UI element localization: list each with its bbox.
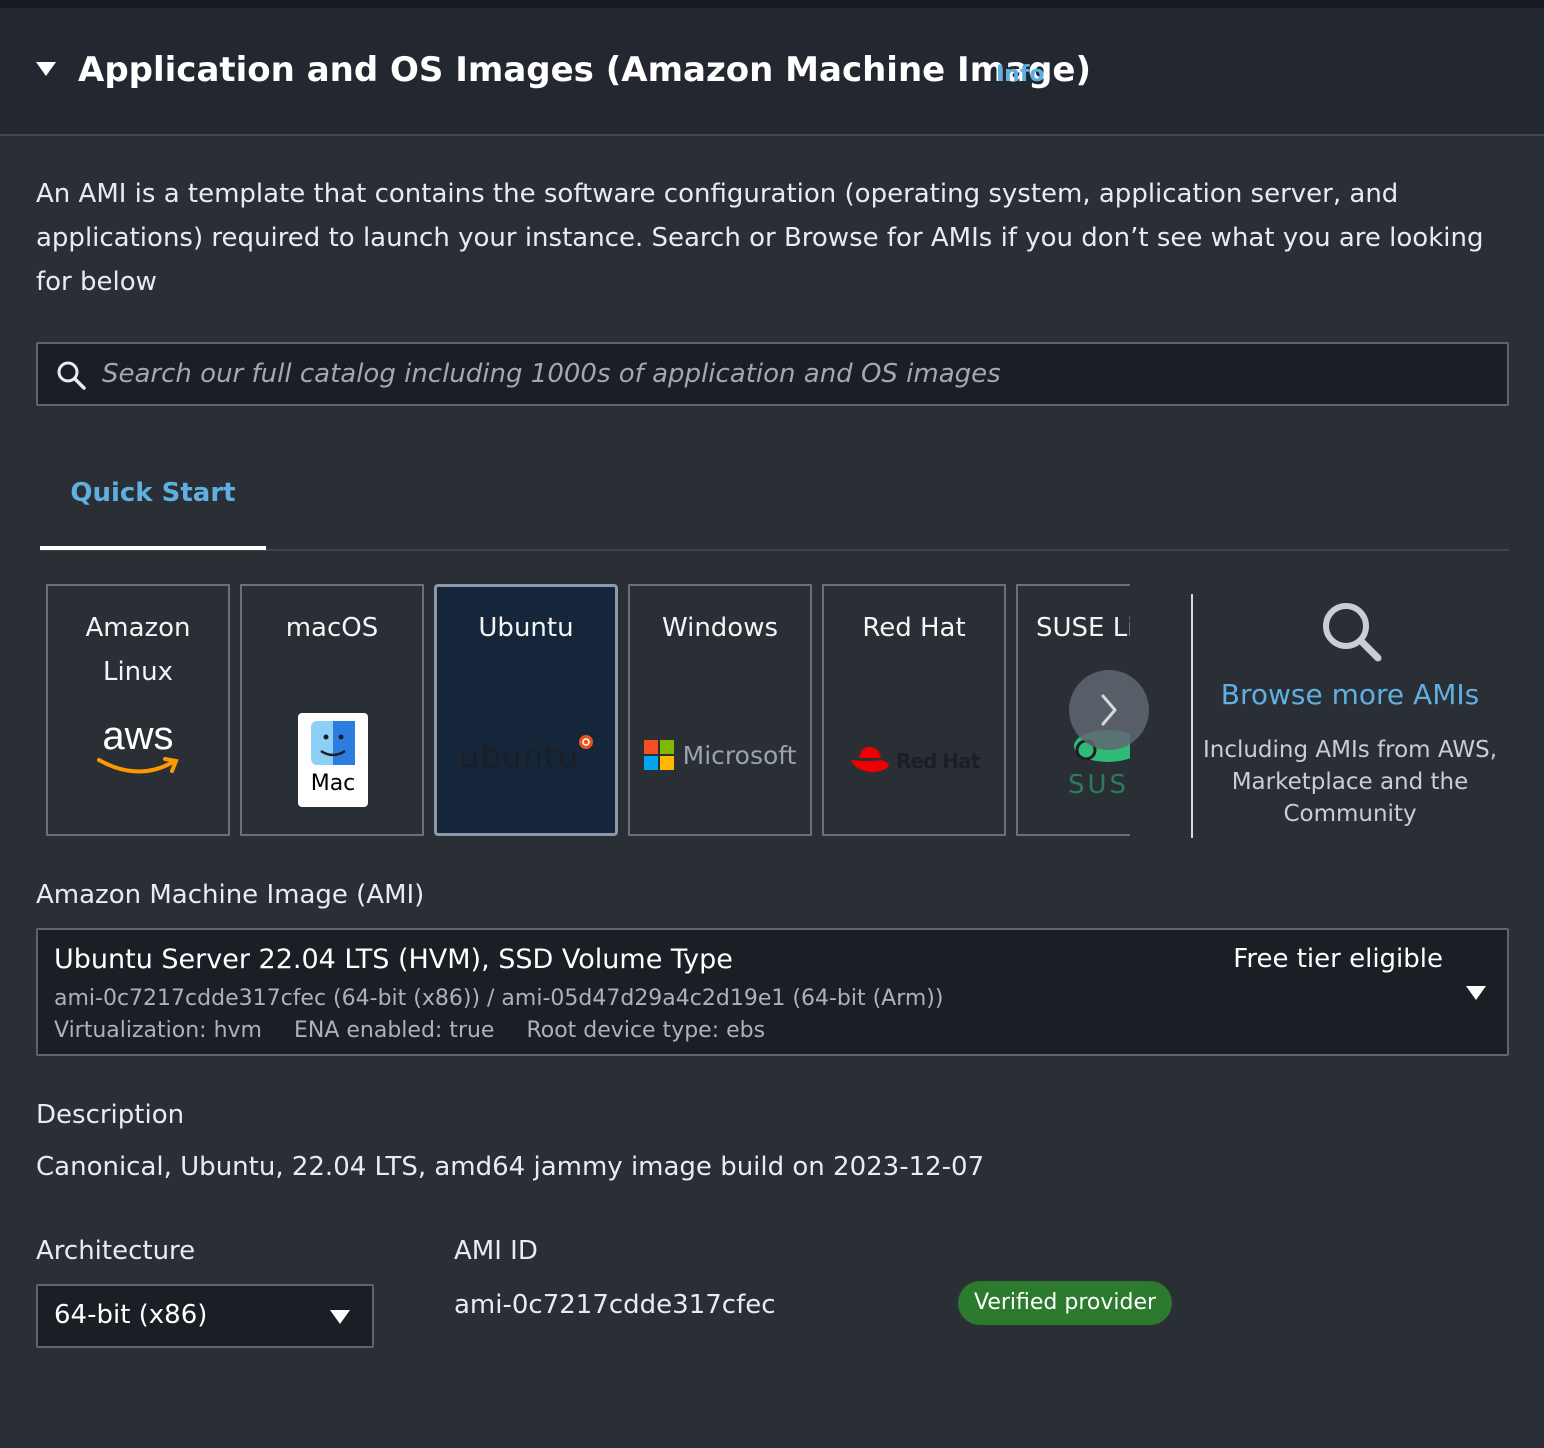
tiles-divider — [1191, 594, 1193, 838]
mac-logo-text: Mac — [310, 771, 356, 796]
chevron-right-icon — [1101, 694, 1117, 726]
top-strip — [0, 0, 1544, 8]
tab-active-underline — [40, 546, 266, 550]
ami-id-value: ami-0c7217cdde317cfec — [454, 1290, 776, 1320]
caret-down-icon[interactable] — [36, 62, 56, 76]
browse-subtext: Including AMIs from AWS, Marketplace and… — [1202, 737, 1498, 827]
description-label: Description — [36, 1100, 185, 1130]
verified-provider-badge: Verified provider — [958, 1281, 1173, 1325]
tile-ubuntu[interactable]: Ubuntu ubuntu — [434, 584, 618, 836]
aws-logo-text: aws — [102, 714, 174, 758]
description-value: Canonical, Ubuntu, 22.04 LTS, amd64 jamm… — [36, 1152, 985, 1182]
search-icon — [1323, 603, 1382, 662]
tile-label: Amazon Linux — [85, 613, 191, 687]
tile-label: SUSE Li — [1036, 613, 1130, 643]
red-hat-icon — [850, 746, 889, 772]
ami-meta: Virtualization: hvm ENA enabled: true Root… — [54, 1018, 797, 1043]
tab-quick-start[interactable]: Quick Start — [40, 470, 266, 550]
ami-label: Amazon Machine Image (AMI) — [36, 880, 425, 910]
search-input[interactable] — [102, 352, 1482, 396]
free-tier-label: Free tier eligible — [1233, 944, 1443, 974]
ami-name: Ubuntu Server 22.04 LTS (HVM), SSD Volum… — [54, 944, 733, 975]
ami-select[interactable]: Ubuntu Server 22.04 LTS (HVM), SSD Volum… — [36, 928, 1509, 1056]
ubuntu-logo: ubuntu — [437, 735, 615, 775]
architecture-label: Architecture — [36, 1236, 196, 1266]
architecture-value: 64-bit (x86) — [54, 1300, 208, 1330]
aws-smile-icon — [97, 757, 179, 774]
tile-windows[interactable]: Windows Microsoft — [628, 584, 812, 836]
aws-logo: aws — [48, 716, 228, 782]
caret-down-icon — [1466, 986, 1486, 1000]
section-title[interactable]: Application and OS Images (Amazon Machin… — [78, 50, 1091, 90]
tile-macos[interactable]: macOS Mac — [240, 584, 424, 836]
microsoft-logo: Microsoft — [630, 740, 810, 770]
quick-start-tiles: Amazon Linux aws macOS Mac Ubuntu ubuntu… — [40, 580, 1130, 840]
ubuntu-logo-text: ubuntu — [459, 737, 579, 775]
tile-red-hat[interactable]: Red Hat Red Hat — [822, 584, 1006, 836]
caret-down-icon — [330, 1310, 350, 1324]
search-icon — [57, 361, 86, 390]
suse-logo-text: SUS — [1068, 770, 1130, 800]
info-link[interactable]: Info — [996, 62, 1045, 87]
microsoft-logo-text: Microsoft — [682, 741, 797, 770]
section-header: Application and OS Images (Amazon Machin… — [0, 8, 1544, 136]
red-hat-logo-text: Red Hat — [896, 749, 980, 773]
tile-label: Windows — [661, 613, 779, 643]
root-device-value: Root device type: ebs — [526, 1018, 766, 1043]
search-box[interactable] — [36, 342, 1509, 406]
red-hat-logo: Red Hat — [824, 744, 1004, 776]
tile-amazon-linux[interactable]: Amazon Linux aws — [46, 584, 230, 836]
ami-id-label: AMI ID — [454, 1236, 538, 1266]
ena-value: ENA enabled: true — [293, 1018, 495, 1043]
circle-of-friends-icon — [578, 735, 593, 749]
next-tiles-button[interactable] — [1069, 670, 1149, 750]
architecture-select[interactable]: 64-bit (x86) — [36, 1284, 374, 1348]
finder-icon — [311, 721, 355, 765]
mac-logo: Mac — [298, 713, 368, 807]
tile-label: macOS — [285, 613, 379, 643]
microsoft-squares-icon — [643, 740, 674, 770]
browse-more-amis-link[interactable]: Browse more AMIs — [1200, 678, 1500, 711]
tile-label: Ubuntu — [478, 613, 574, 643]
virtualization-value: Virtualization: hvm — [54, 1018, 262, 1043]
tile-label: Red Hat — [862, 613, 966, 643]
intro-text: An AMI is a template that contains the s… — [36, 179, 1484, 297]
ami-ids: ami-0c7217cdde317cfec (64-bit (x86)) / a… — [54, 986, 944, 1011]
